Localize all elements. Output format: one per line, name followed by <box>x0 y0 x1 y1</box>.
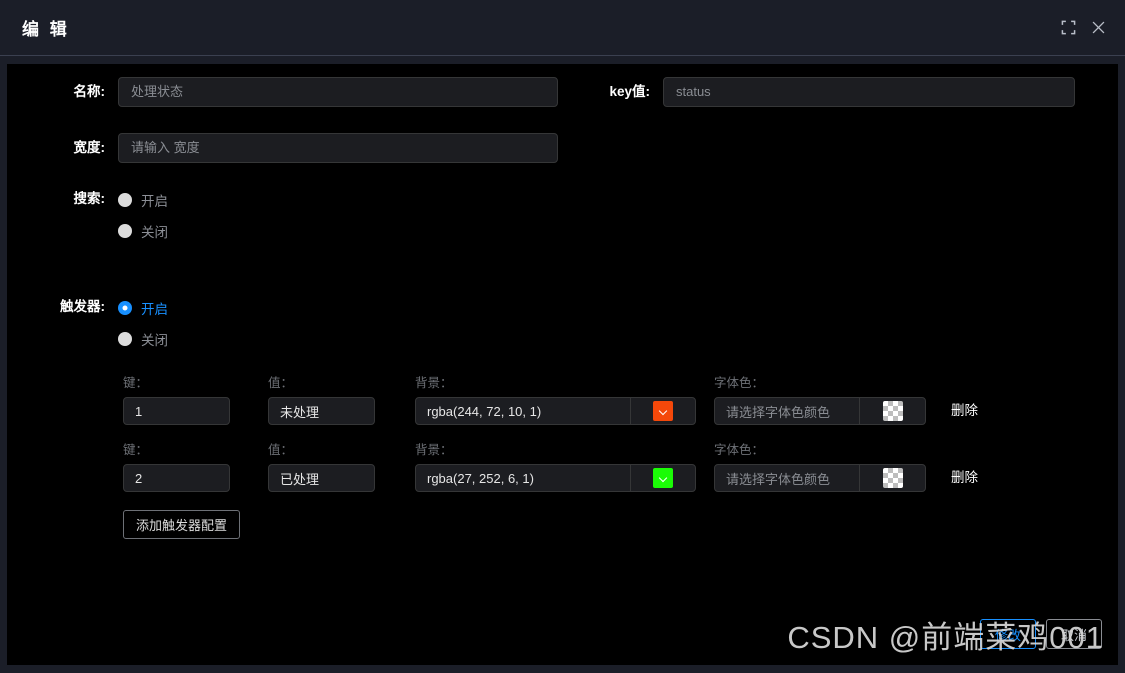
config-value-caption: 值： <box>268 443 294 457</box>
config-fontcolor-combo[interactable]: 请选择字体色颜色 <box>714 397 926 425</box>
config-fontcolor-value[interactable]: 请选择字体色颜色 <box>715 398 860 424</box>
config-fontcolor-group: 字体色： 请选择字体色颜色 <box>714 443 926 492</box>
config-key-input[interactable]: 2 <box>123 464 230 492</box>
search-radio-on-label: 开启 <box>141 194 168 209</box>
cancel-button[interactable]: 取消 <box>1045 619 1102 649</box>
search-radio-group: 开启 关闭 <box>118 186 168 241</box>
radio-dot-icon <box>118 224 132 238</box>
key-label: key值: <box>609 84 650 99</box>
config-fontcolor-value[interactable]: 请选择字体色颜色 <box>715 465 860 491</box>
close-icon[interactable] <box>1085 15 1111 41</box>
width-input[interactable]: 请输入 宽度 <box>118 133 558 163</box>
config-background-group: 背景： rgba(27, 252, 6, 1) <box>415 443 696 492</box>
config-key-input[interactable]: 1 <box>123 397 230 425</box>
radio-dot-icon <box>118 332 132 346</box>
trigger-config-list: 键： 1 值： 未处理 背景： rgba(244, 72, 10, 1) 字体色… <box>123 376 978 539</box>
config-background-value[interactable]: rgba(244, 72, 10, 1) <box>416 398 631 424</box>
delete-row-button[interactable]: 删除 <box>951 464 978 492</box>
search-label: 搜索: <box>73 191 106 206</box>
config-fontcolor-group: 字体色： 请选择字体色颜色 <box>714 376 926 425</box>
config-fontcolor-caption: 字体色： <box>714 443 765 457</box>
radio-dot-icon <box>118 193 132 207</box>
config-background-caption: 背景： <box>415 376 453 390</box>
transparent-color-swatch <box>882 468 903 488</box>
config-background-group: 背景： rgba(244, 72, 10, 1) <box>415 376 696 425</box>
color-swatch <box>653 401 673 421</box>
trigger-config-row: 键： 2 值： 已处理 背景： rgba(27, 252, 6, 1) 字体色：… <box>123 443 978 492</box>
config-fontcolor-caption: 字体色： <box>714 376 765 390</box>
dialog-body: 名称: 处理状态 key值: status 宽度: 请输入 宽度 搜索: 开启 <box>0 56 1125 673</box>
search-radio-off[interactable]: 关闭 <box>118 221 168 241</box>
page-title: 编 辑 <box>22 20 70 39</box>
color-swatch <box>653 468 673 488</box>
fontcolor-color-picker-button[interactable] <box>860 398 925 424</box>
config-background-combo[interactable]: rgba(244, 72, 10, 1) <box>415 397 696 425</box>
config-value-group: 值： 已处理 <box>268 443 375 492</box>
transparent-color-swatch <box>882 401 903 421</box>
delete-row-button[interactable]: 删除 <box>951 397 978 425</box>
config-key-caption: 键： <box>123 443 149 457</box>
row-name-key: 名称: 处理状态 key值: status <box>7 77 1118 107</box>
search-radio-on[interactable]: 开启 <box>118 190 168 210</box>
row-trigger: 触发器: 开启 关闭 <box>7 294 168 349</box>
config-key-group: 键： 1 <box>123 376 230 425</box>
trigger-radio-group: 开启 关闭 <box>118 294 168 349</box>
chevron-down-icon <box>659 474 668 483</box>
trigger-config-row: 键： 1 值： 未处理 背景： rgba(244, 72, 10, 1) 字体色… <box>123 376 978 425</box>
form-panel: 名称: 处理状态 key值: status 宽度: 请输入 宽度 搜索: 开启 <box>7 64 1118 665</box>
trigger-radio-off-label: 关闭 <box>141 333 168 348</box>
footer-actions: 修改 取消 <box>979 619 1102 649</box>
add-trigger-config-button[interactable]: 添加触发器配置 <box>123 510 241 539</box>
config-value-input[interactable]: 未处理 <box>268 397 375 425</box>
trigger-radio-off[interactable]: 关闭 <box>118 329 168 349</box>
trigger-label: 触发器: <box>60 299 105 314</box>
trigger-radio-on-label: 开启 <box>141 302 168 317</box>
search-radio-off-label: 关闭 <box>141 225 168 240</box>
name-input[interactable]: 处理状态 <box>118 77 558 107</box>
key-input[interactable]: status <box>663 77 1075 107</box>
config-background-caption: 背景： <box>415 443 453 457</box>
config-value-caption: 值： <box>268 376 294 390</box>
trigger-radio-on[interactable]: 开启 <box>118 298 168 318</box>
confirm-button[interactable]: 修改 <box>979 619 1036 649</box>
config-value-group: 值： 未处理 <box>268 376 375 425</box>
config-fontcolor-combo[interactable]: 请选择字体色颜色 <box>714 464 926 492</box>
background-color-picker-button[interactable] <box>631 398 695 424</box>
config-value-input[interactable]: 已处理 <box>268 464 375 492</box>
row-search: 搜索: 开启 关闭 <box>7 186 169 241</box>
fontcolor-color-picker-button[interactable] <box>860 465 925 491</box>
row-width: 宽度: 请输入 宽度 <box>7 133 558 163</box>
radio-dot-icon <box>118 301 132 315</box>
config-background-value[interactable]: rgba(27, 252, 6, 1) <box>416 465 631 491</box>
config-key-group: 键： 2 <box>123 443 230 492</box>
background-color-picker-button[interactable] <box>631 465 695 491</box>
fullscreen-icon[interactable] <box>1055 15 1081 41</box>
chevron-down-icon <box>659 407 668 416</box>
edit-dialog: 编 辑 名称: 处理状态 key值: status 宽度: 请输入 宽度 搜索:… <box>0 0 1125 673</box>
config-key-caption: 键： <box>123 376 149 390</box>
config-background-combo[interactable]: rgba(27, 252, 6, 1) <box>415 464 696 492</box>
dialog-header: 编 辑 <box>0 0 1125 56</box>
width-label: 宽度: <box>73 140 106 155</box>
name-label: 名称: <box>73 84 106 99</box>
